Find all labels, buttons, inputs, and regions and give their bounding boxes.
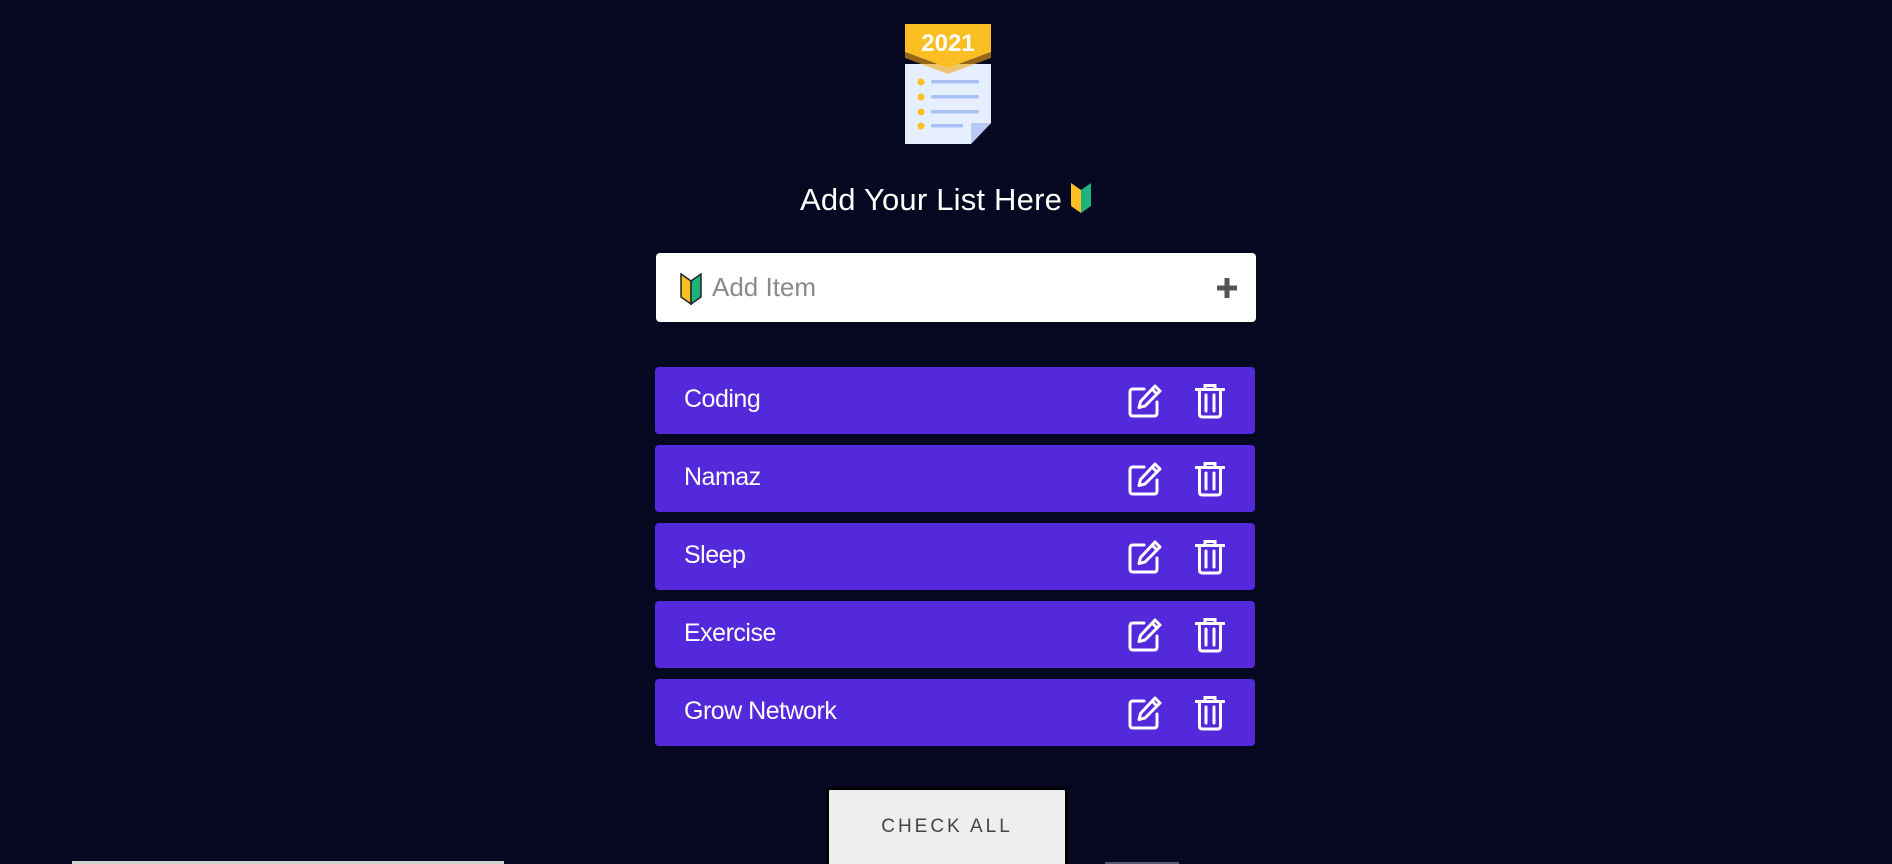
edit-icon bbox=[1128, 696, 1162, 730]
edit-icon bbox=[1128, 540, 1162, 574]
list-item: Coding bbox=[655, 367, 1255, 434]
trash-icon bbox=[1194, 540, 1226, 575]
beginner-icon bbox=[680, 272, 702, 310]
edit-icon bbox=[1128, 618, 1162, 652]
list-item: Namaz bbox=[655, 445, 1255, 512]
add-item-box bbox=[656, 253, 1256, 322]
delete-button[interactable] bbox=[1194, 461, 1226, 497]
delete-button[interactable] bbox=[1194, 383, 1226, 419]
list-item: Grow Network bbox=[655, 679, 1255, 746]
list-item-label: Grow Network bbox=[684, 697, 837, 725]
trash-icon bbox=[1194, 696, 1226, 731]
list-item-label: Namaz bbox=[684, 463, 761, 491]
edit-icon bbox=[1128, 462, 1162, 496]
add-item-input[interactable] bbox=[712, 267, 1172, 307]
edit-button[interactable] bbox=[1127, 539, 1163, 575]
plus-icon bbox=[1217, 278, 1237, 298]
delete-button[interactable] bbox=[1194, 695, 1226, 731]
logo-year-text: 2021 bbox=[921, 30, 974, 57]
list-item-label: Sleep bbox=[684, 541, 746, 569]
todo-list: Coding Namaz Sleep Exercise Grow Network bbox=[655, 367, 1255, 757]
check-all-button[interactable]: CHECK ALL bbox=[826, 787, 1068, 864]
edit-button[interactable] bbox=[1127, 383, 1163, 419]
edit-button[interactable] bbox=[1127, 695, 1163, 731]
checklist-2021-icon: 2021 bbox=[905, 24, 991, 144]
add-item-button[interactable] bbox=[1212, 273, 1242, 303]
list-item-label: Exercise bbox=[684, 619, 776, 647]
edit-icon bbox=[1128, 384, 1162, 418]
check-all-label: CHECK ALL bbox=[881, 816, 1013, 837]
trash-icon bbox=[1194, 384, 1226, 419]
list-item: Exercise bbox=[655, 601, 1255, 668]
edit-button[interactable] bbox=[1127, 461, 1163, 497]
list-item: Sleep bbox=[655, 523, 1255, 590]
beginner-icon bbox=[1070, 182, 1092, 222]
edit-button[interactable] bbox=[1127, 617, 1163, 653]
page-title-text: Add Your List Here bbox=[799, 182, 1063, 217]
delete-button[interactable] bbox=[1194, 539, 1226, 575]
checklist-logo: 2021 bbox=[905, 24, 991, 144]
trash-icon bbox=[1194, 462, 1226, 497]
page-title: Add Your List Here bbox=[0, 182, 1892, 222]
trash-icon bbox=[1194, 618, 1226, 653]
list-item-label: Coding bbox=[684, 385, 761, 413]
delete-button[interactable] bbox=[1194, 617, 1226, 653]
